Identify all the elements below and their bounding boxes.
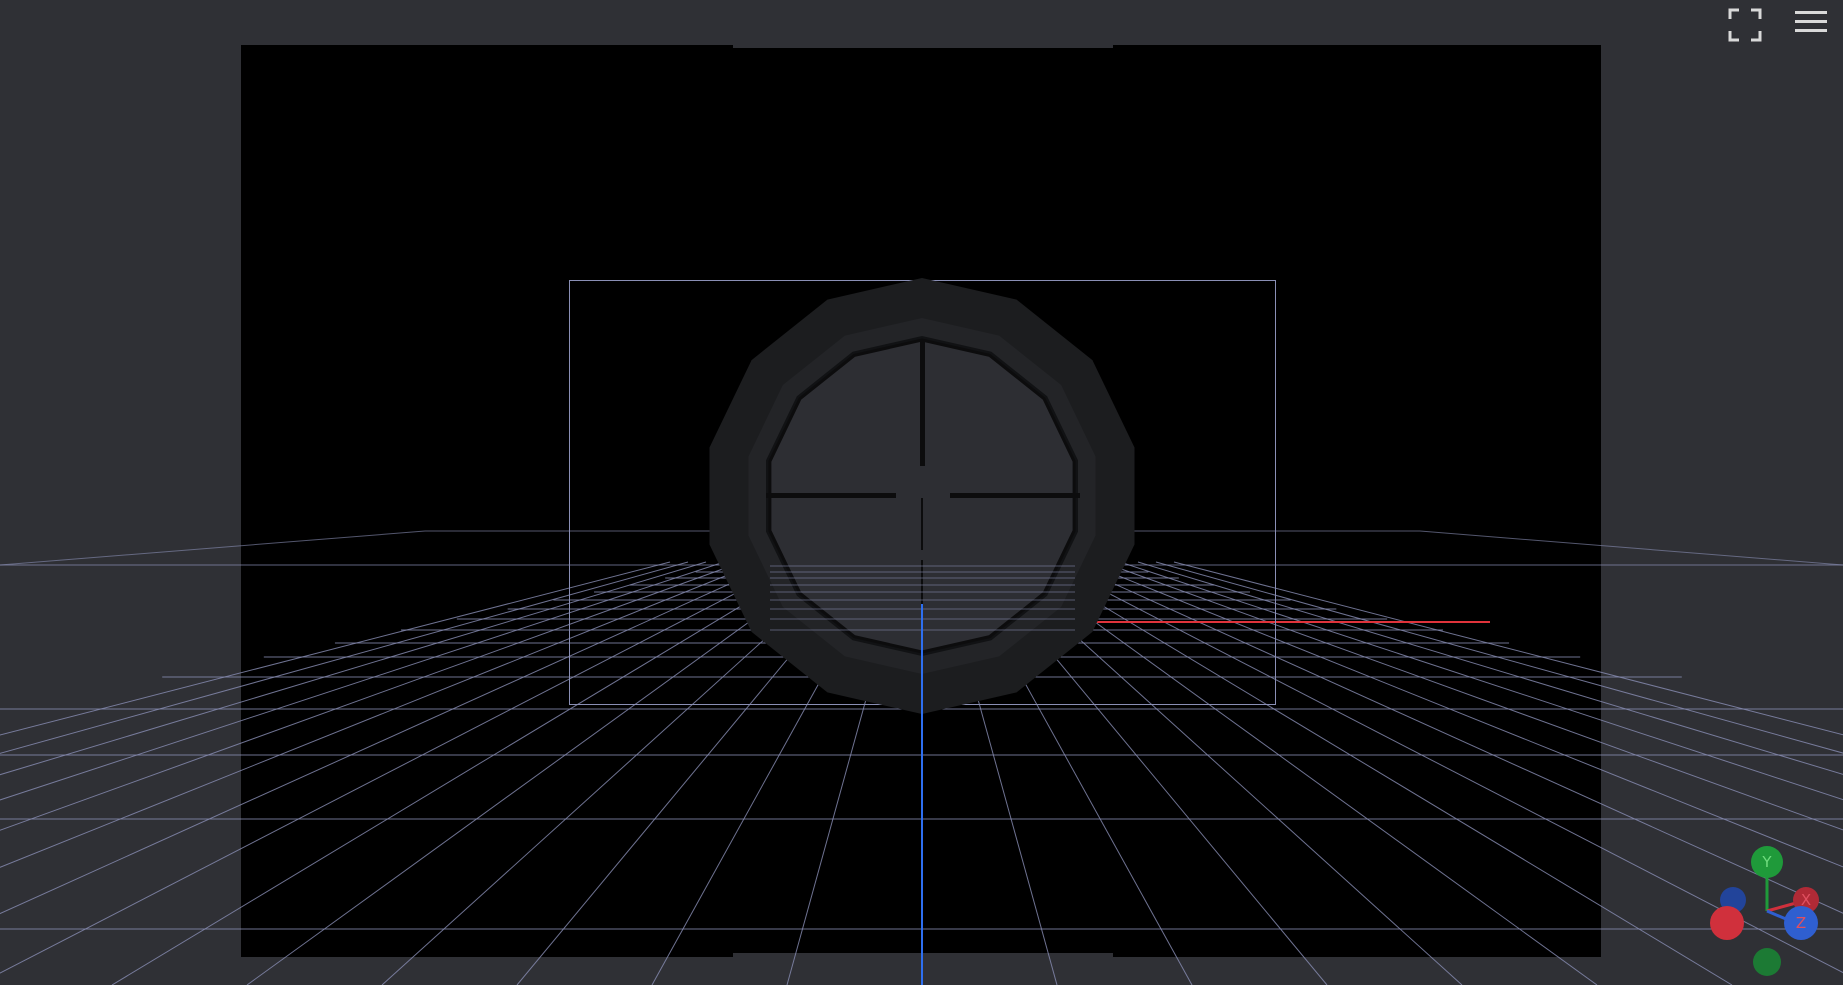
gizmo-z-ball[interactable]: Z [1784,906,1818,940]
fullscreen-button[interactable] [1728,8,1766,46]
gizmo-y-ball[interactable]: Y [1751,846,1783,878]
gizmo-neg-y-ball[interactable] [1753,948,1781,976]
gizmo-neg-x-ball[interactable] [1710,906,1744,940]
crosshair-left-post [766,493,896,498]
crosshair-bottom-thin [921,498,923,550]
fullscreen-icon [1728,8,1762,42]
menu-button[interactable] [1794,8,1834,44]
crosshair-right-post [950,493,1080,498]
scene-canvas[interactable] [0,0,1843,985]
hamburger-menu-icon [1795,11,1827,32]
camera-frame-top-notch [733,45,1113,48]
gizmo-z-label: Z [1795,914,1807,932]
crosshair-top-post [920,340,925,466]
gizmo-y-label: Y [1762,853,1772,871]
3d-viewport[interactable]: X Y Z [0,0,1843,985]
axis-orientation-gizmo[interactable]: X Y Z [1700,840,1840,980]
